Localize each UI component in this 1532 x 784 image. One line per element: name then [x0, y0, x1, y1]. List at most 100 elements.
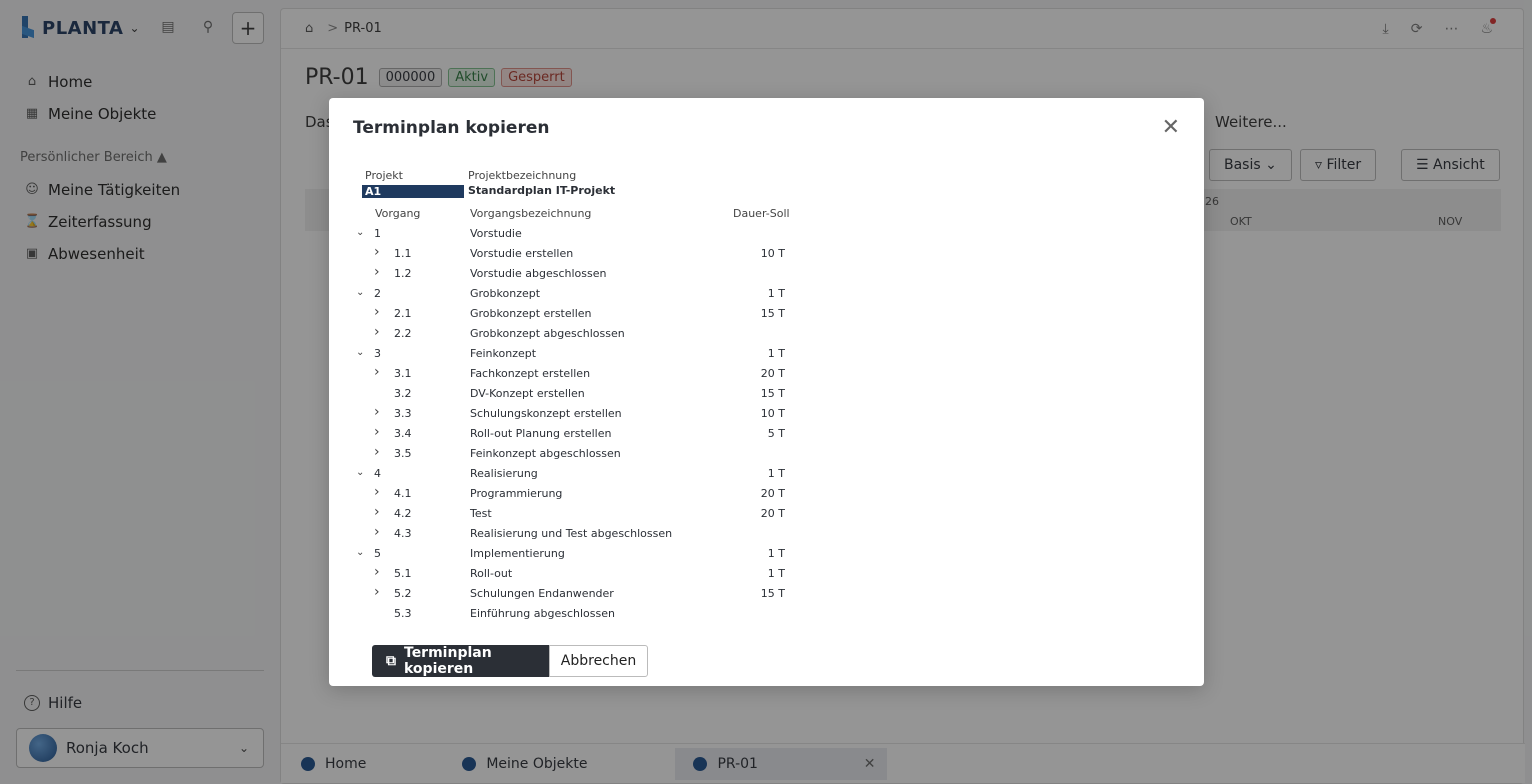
task-number: 4.3: [394, 527, 412, 540]
task-number: 4.1: [394, 487, 412, 500]
task-number: 3.4: [394, 427, 412, 440]
chevron-down-icon[interactable]: ⌄: [356, 347, 364, 358]
task-row[interactable]: ⌄ 2 Grobkonzept 1 T: [329, 284, 789, 304]
task-duration: 20 T: [760, 487, 785, 500]
task-description: Vorstudie abgeschlossen: [470, 267, 607, 280]
task-duration: 20 T: [760, 367, 785, 380]
task-row[interactable]: › 5.2 Schulungen Endanwender 15 T: [329, 584, 789, 604]
task-duration: 15 T: [760, 587, 785, 600]
header-projektbezeichnung: Projektbezeichnung: [468, 169, 577, 182]
task-row[interactable]: 3.2 DV-Konzept erstellen 15 T: [329, 384, 789, 404]
terminplan-kopieren-dialog: Terminplan kopieren ✕ Projekt Projektbez…: [329, 98, 1204, 686]
copy-icon: ⧉: [386, 653, 396, 669]
chevron-down-icon[interactable]: ⌄: [356, 227, 364, 238]
task-duration: 1 T: [767, 347, 785, 360]
chevron-down-icon[interactable]: ⌄: [356, 547, 364, 558]
task-row[interactable]: › 3.4 Roll-out Planung erstellen 5 T: [329, 424, 789, 444]
task-number: 3: [374, 347, 381, 360]
task-duration: 1 T: [767, 547, 785, 560]
task-row[interactable]: › 1.1 Vorstudie erstellen 10 T: [329, 244, 789, 264]
task-description: Feinkonzept abgeschlossen: [470, 447, 621, 460]
chevron-right-icon[interactable]: ›: [374, 524, 380, 540]
task-row[interactable]: › 1.2 Vorstudie abgeschlossen: [329, 264, 789, 284]
header-dauer-soll: Dauer-Soll: [733, 207, 790, 220]
task-row[interactable]: › 4.3 Realisierung und Test abgeschlossen: [329, 524, 789, 544]
task-number: 4.2: [394, 507, 412, 520]
task-description: Grobkonzept abgeschlossen: [470, 327, 625, 340]
task-duration: 15 T: [760, 307, 785, 320]
task-description: Realisierung und Test abgeschlossen: [470, 527, 673, 540]
task-number: 5: [374, 547, 381, 560]
task-number: 2.2: [394, 327, 412, 340]
task-row[interactable]: ⌄ 5 Implementierung 1 T: [329, 544, 789, 564]
chevron-right-icon[interactable]: ›: [374, 264, 380, 280]
task-row[interactable]: › 2.2 Grobkonzept abgeschlossen: [329, 324, 789, 344]
chevron-right-icon[interactable]: ›: [374, 484, 380, 500]
task-description: Grobkonzept: [470, 287, 541, 300]
chevron-down-icon[interactable]: ⌄: [356, 287, 364, 298]
task-row[interactable]: › 3.1 Fachkonzept erstellen 20 T: [329, 364, 789, 384]
task-duration: 10 T: [760, 407, 785, 420]
task-description: Realisierung: [470, 467, 538, 480]
task-description: Programmierung: [470, 487, 563, 500]
chevron-right-icon[interactable]: ›: [374, 244, 380, 260]
task-duration: 15 T: [760, 387, 785, 400]
chevron-right-icon[interactable]: ›: [374, 504, 380, 520]
task-description: Feinkonzept: [470, 347, 537, 360]
task-description: DV-Konzept erstellen: [470, 387, 585, 400]
task-number: 3.1: [394, 367, 412, 380]
terminplan-kopieren-button[interactable]: ⧉ Terminplan kopieren: [372, 645, 549, 677]
task-number: 5.3: [394, 607, 412, 620]
task-description: Implementierung: [470, 547, 565, 560]
close-icon[interactable]: ✕: [1162, 117, 1180, 139]
task-description: Grobkonzept erstellen: [470, 307, 592, 320]
chevron-right-icon[interactable]: ›: [374, 444, 380, 460]
task-row[interactable]: › 4.1 Programmierung 20 T: [329, 484, 789, 504]
task-number: 4: [374, 467, 381, 480]
task-row[interactable]: ⌄ 4 Realisierung 1 T: [329, 464, 789, 484]
task-number: 1.1: [394, 247, 412, 260]
task-row[interactable]: › 3.3 Schulungskonzept erstellen 10 T: [329, 404, 789, 424]
header-vorgangsbezeichnung: Vorgangsbezeichnung: [470, 207, 592, 220]
header-projekt: Projekt: [365, 169, 403, 182]
task-duration: 1 T: [767, 287, 785, 300]
project-name: Standardplan IT-Projekt: [468, 184, 616, 197]
task-row[interactable]: › 3.5 Feinkonzept abgeschlossen: [329, 444, 789, 464]
project-id-field[interactable]: A1: [362, 185, 464, 198]
task-row[interactable]: › 5.1 Roll-out 1 T: [329, 564, 789, 584]
chevron-down-icon[interactable]: ⌄: [356, 467, 364, 478]
task-row[interactable]: ⌄ 3 Feinkonzept 1 T: [329, 344, 789, 364]
task-number: 5.1: [394, 567, 412, 580]
chevron-right-icon[interactable]: ›: [374, 304, 380, 320]
chevron-right-icon[interactable]: ›: [374, 364, 380, 380]
task-number: 3.3: [394, 407, 412, 420]
task-description: Vorstudie: [470, 227, 522, 240]
task-number: 3.2: [394, 387, 412, 400]
task-description: Roll-out: [470, 567, 513, 580]
task-row[interactable]: › 4.2 Test 20 T: [329, 504, 789, 524]
task-description: Roll-out Planung erstellen: [470, 427, 612, 440]
button-label: Terminplan kopieren: [404, 645, 492, 677]
task-number: 5.2: [394, 587, 412, 600]
chevron-right-icon[interactable]: ›: [374, 424, 380, 440]
task-row[interactable]: 5.3 Einführung abgeschlossen: [329, 604, 789, 624]
task-description: Vorstudie erstellen: [470, 247, 574, 260]
task-duration: 20 T: [760, 507, 785, 520]
task-row[interactable]: › 2.1 Grobkonzept erstellen 15 T: [329, 304, 789, 324]
chevron-right-icon[interactable]: ›: [374, 404, 380, 420]
task-number: 1: [374, 227, 381, 240]
chevron-right-icon[interactable]: ›: [374, 564, 380, 580]
task-description: Schulungen Endanwender: [470, 587, 614, 600]
task-duration: 1 T: [767, 467, 785, 480]
task-description: Fachkonzept erstellen: [470, 367, 591, 380]
abbrechen-button[interactable]: Abbrechen: [549, 645, 648, 677]
task-row[interactable]: ⌄ 1 Vorstudie: [329, 224, 789, 244]
dialog-title: Terminplan kopieren: [353, 118, 550, 138]
chevron-right-icon[interactable]: ›: [374, 324, 380, 340]
task-number: 3.5: [394, 447, 412, 460]
header-vorgang: Vorgang: [375, 207, 421, 220]
chevron-right-icon[interactable]: ›: [374, 584, 380, 600]
task-number: 1.2: [394, 267, 412, 280]
task-description: Einführung abgeschlossen: [470, 607, 615, 620]
task-number: 2.1: [394, 307, 412, 320]
